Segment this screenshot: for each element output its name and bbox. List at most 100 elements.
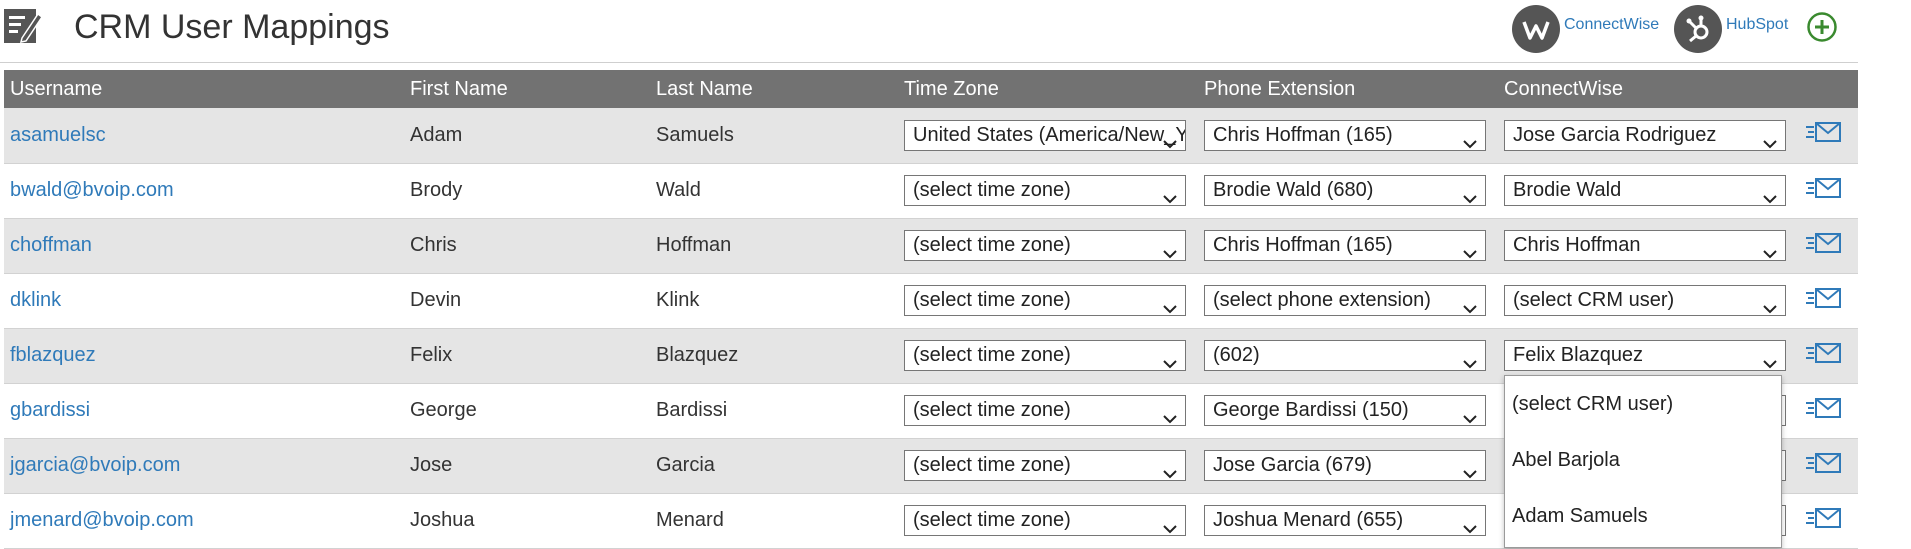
send-email-icon[interactable] xyxy=(1804,342,1842,370)
first-name: Joshua xyxy=(410,509,475,531)
table-row: asamuelsc Adam Samuels United States (Ameri… xyxy=(4,108,1858,163)
connectwise-link[interactable]: ConnectWise xyxy=(1512,2,1659,56)
chevron-down-icon xyxy=(1163,514,1177,535)
time-zone-select[interactable]: (select time zone) xyxy=(904,395,1186,426)
time-zone-select-value: (select time zone) xyxy=(913,454,1071,476)
chevron-down-icon xyxy=(1163,404,1177,425)
username-link[interactable]: fblazquez xyxy=(4,328,404,383)
phone-extension-select[interactable]: Brodie Wald (680) xyxy=(1204,175,1486,206)
hubspot-logo-icon xyxy=(1674,5,1722,53)
phone-extension-select-value: Brodie Wald (680) xyxy=(1213,179,1374,201)
crm-user-select[interactable]: Brodie Wald xyxy=(1504,175,1786,206)
chevron-down-icon xyxy=(1463,404,1477,425)
time-zone-select[interactable]: (select time zone) xyxy=(904,175,1186,206)
time-zone-cell: (select time zone) xyxy=(898,438,1198,493)
time-zone-cell: (select time zone) xyxy=(898,163,1198,218)
action-cell xyxy=(1798,493,1858,548)
table-row: bwald@bvoip.com Brody Wald (select time zon… xyxy=(4,163,1858,218)
action-cell xyxy=(1798,328,1858,383)
send-email-icon[interactable] xyxy=(1804,177,1842,205)
crm-user-select[interactable]: Felix Blazquez xyxy=(1504,340,1786,371)
phone-extension-select[interactable]: George Bardissi (150) xyxy=(1204,395,1486,426)
time-zone-select-value: (select time zone) xyxy=(913,234,1071,256)
chevron-down-icon xyxy=(1463,349,1477,370)
time-zone-select[interactable]: (select time zone) xyxy=(904,285,1186,316)
phone-extension-select[interactable]: (602) xyxy=(1204,340,1486,371)
phone-extension-select-value: (602) xyxy=(1213,344,1260,366)
send-email-icon[interactable] xyxy=(1804,287,1842,315)
chevron-down-icon xyxy=(1163,129,1177,150)
hubspot-label[interactable]: HubSpot xyxy=(1726,16,1788,34)
username-link[interactable]: asamuelsc xyxy=(4,108,404,163)
crm-user-select[interactable]: Jose Garcia Rodriguez xyxy=(1504,119,1786,151)
time-zone-select[interactable]: (select time zone) xyxy=(904,230,1186,261)
action-cell xyxy=(1798,383,1858,438)
username-link[interactable]: jgarcia@bvoip.com xyxy=(4,438,404,493)
username-link[interactable]: dklink xyxy=(4,273,404,328)
send-email-icon[interactable] xyxy=(1804,397,1842,425)
send-email-icon[interactable] xyxy=(1804,121,1842,149)
time-zone-select[interactable]: (select time zone) xyxy=(904,450,1186,481)
last-name: Bardissi xyxy=(656,399,728,421)
username-link[interactable]: gbardissi xyxy=(4,383,404,438)
phone-extension-select[interactable]: Chris Hoffman (165) xyxy=(1204,119,1486,151)
chevron-down-icon xyxy=(1763,349,1777,370)
phone-extension-cell: Jose Garcia (679) xyxy=(1198,438,1498,493)
time-zone-cell: (select time zone) xyxy=(898,328,1198,383)
phone-extension-cell: George Bardissi (150) xyxy=(1198,383,1498,438)
dropdown-option[interactable]: (select CRM user) xyxy=(1505,376,1781,432)
last-name: Wald xyxy=(656,179,701,201)
chevron-down-icon xyxy=(1763,239,1777,260)
action-cell xyxy=(1798,438,1858,493)
crm-user-select-value: Brodie Wald xyxy=(1513,179,1622,201)
username-link[interactable]: bwald@bvoip.com xyxy=(4,163,404,218)
chevron-down-icon xyxy=(1463,129,1477,150)
username-link[interactable]: jmenard@bvoip.com xyxy=(4,493,404,548)
crm-user-dropdown-list[interactable]: (select CRM user) Abel Barjola Adam Samu… xyxy=(1504,375,1782,548)
hubspot-link[interactable]: HubSpot xyxy=(1674,2,1788,56)
phone-extension-cell: Chris Hoffman (165) xyxy=(1198,108,1498,163)
time-zone-cell: (select time zone) xyxy=(898,383,1198,438)
chevron-down-icon xyxy=(1463,459,1477,480)
send-email-icon[interactable] xyxy=(1804,507,1842,535)
time-zone-select[interactable]: (select time zone) xyxy=(904,505,1186,536)
phone-extension-select-value: Joshua Menard (655) xyxy=(1213,509,1404,531)
time-zone-select-value: United States (America/New_York) xyxy=(913,123,1186,146)
last-name: Menard xyxy=(656,509,724,531)
username-link[interactable]: choffman xyxy=(4,218,404,273)
column-header-first-name[interactable]: First Name xyxy=(404,70,650,108)
page-header: CRM User Mappings ConnectWise HubSpot xyxy=(0,0,1860,62)
column-header-connectwise[interactable]: ConnectWise xyxy=(1498,70,1798,108)
table-header-row: Username First Name Last Name Time Zone … xyxy=(4,70,1858,108)
phone-extension-select[interactable]: Chris Hoffman (165) xyxy=(1204,230,1486,261)
first-name: Brody xyxy=(410,179,463,201)
crm-user-select-value: Felix Blazquez xyxy=(1513,344,1644,366)
crm-user-select[interactable]: Chris Hoffman xyxy=(1504,230,1786,261)
crm-user-cell: Chris Hoffman xyxy=(1498,218,1798,273)
crm-user-select[interactable]: (select CRM user) xyxy=(1504,285,1786,316)
chevron-down-icon xyxy=(1763,184,1777,205)
right-gutter xyxy=(1868,0,1911,546)
dropdown-option[interactable]: Adam Samuels xyxy=(1505,488,1781,544)
phone-extension-select[interactable]: Jose Garcia (679) xyxy=(1204,450,1486,481)
chevron-down-icon xyxy=(1163,294,1177,315)
chevron-down-icon xyxy=(1463,514,1477,535)
time-zone-select-value: (select time zone) xyxy=(913,289,1071,311)
column-header-time-zone[interactable]: Time Zone xyxy=(898,70,1198,108)
connectwise-label[interactable]: ConnectWise xyxy=(1564,16,1659,34)
time-zone-select[interactable]: (select time zone) xyxy=(904,340,1186,371)
send-email-icon[interactable] xyxy=(1804,232,1842,260)
column-header-last-name[interactable]: Last Name xyxy=(650,70,898,108)
action-cell xyxy=(1798,273,1858,328)
time-zone-select[interactable]: United States (America/New_York) xyxy=(904,119,1186,151)
phone-extension-select-value: Chris Hoffman (165) xyxy=(1213,123,1393,146)
add-crm-button[interactable] xyxy=(1806,11,1838,48)
table-row: dklink Devin Klink (select time zone) (selec… xyxy=(4,273,1858,328)
column-header-username[interactable]: Username xyxy=(4,70,404,108)
first-name: George xyxy=(410,399,477,421)
phone-extension-select[interactable]: Joshua Menard (655) xyxy=(1204,505,1486,536)
send-email-icon[interactable] xyxy=(1804,452,1842,480)
phone-extension-select[interactable]: (select phone extension) xyxy=(1204,285,1486,316)
dropdown-option[interactable]: Abel Barjola xyxy=(1505,432,1781,488)
column-header-phone-extension[interactable]: Phone Extension xyxy=(1198,70,1498,108)
